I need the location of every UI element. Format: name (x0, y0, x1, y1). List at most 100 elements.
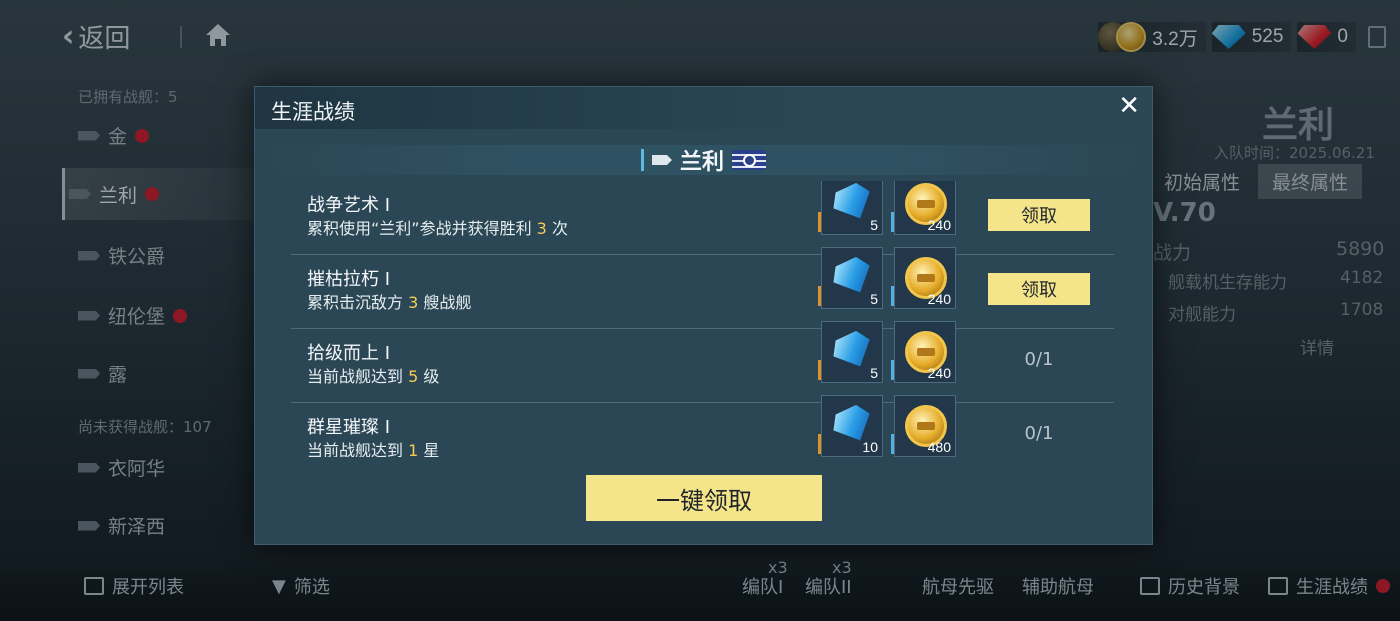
reward-qty: 480 (927, 439, 951, 455)
reward-qty: 5 (870, 217, 878, 233)
power-label: 战力 (1153, 242, 1192, 264)
task-description: 累积使用“兰利”参战并获得胜利 3 次 (307, 219, 568, 238)
ruby-icon (1297, 25, 1332, 49)
gold-amount: 3.2万 (1152, 28, 1198, 50)
claim-all-button[interactable]: 一键领取 (586, 475, 822, 521)
owned-ships-label: 已拥有战舰：5 (78, 88, 178, 106)
gold-coin-icon (1116, 22, 1147, 52)
fleet2-button[interactable]: 编队II (805, 573, 852, 599)
ship-class-icon (78, 250, 100, 261)
modal-header: 生涯战绩 ✕ (255, 87, 1152, 129)
back-button[interactable]: ‹ 返回 (62, 18, 130, 55)
close-icon[interactable]: ✕ (1118, 91, 1140, 121)
task-progress: 0/1 (1024, 349, 1054, 370)
ship-name: 兰利 (99, 184, 138, 207)
claim-button[interactable]: 领取 (988, 199, 1090, 231)
ship-list-item[interactable]: 铁公爵 (78, 242, 165, 269)
reward-gold[interactable]: 240 (891, 181, 956, 235)
banner-accent (640, 149, 644, 171)
attribute-tabs: 初始属性 最终属性 (1150, 164, 1363, 199)
ship-list-item[interactable]: 金 (78, 122, 150, 149)
notification-dot (135, 128, 150, 143)
back-label: 返回 (78, 24, 131, 54)
ship-list-item[interactable]: 露 (78, 360, 127, 387)
reward-gold[interactable]: 240 (891, 247, 956, 309)
reward-qty: 5 (870, 365, 878, 381)
tab-final-attributes[interactable]: 最终属性 (1258, 164, 1363, 199)
stat1-value: 4182 (1340, 268, 1384, 288)
diamond-currency[interactable]: 525 (1211, 22, 1292, 52)
fleet2-label: 编队II (805, 577, 852, 598)
ship-class-icon (78, 130, 100, 141)
details-button[interactable]: 详情 (1300, 334, 1334, 359)
ship-class-icon (69, 189, 91, 199)
task-row: 群星璀璨 I 当前战舰达到 1 星 10 480 0/1 (291, 395, 1114, 457)
career-label: 生涯战绩 (1296, 577, 1368, 598)
role-carrier-pioneer[interactable]: 航母先驱 (922, 573, 994, 599)
task-name: 战争艺术 I (307, 195, 391, 216)
reward-diamond[interactable]: 10 (818, 395, 883, 457)
reward-qty: 240 (927, 217, 951, 233)
stat1-label: 舰载机生存能力 (1168, 273, 1287, 293)
filter-button[interactable]: ▼ 筛选 (272, 573, 330, 599)
banner-ship-name: 兰利 (679, 150, 724, 175)
task-row: 摧枯拉朽 I 累积击沉敌方 3 艘战舰 5 240 领取 (291, 247, 1114, 329)
role2-label: 辅助航母 (1022, 577, 1094, 598)
reward-diamond[interactable]: 5 (818, 247, 883, 309)
notification-dot (173, 308, 188, 323)
task-row: 战争艺术 I 累积使用“兰利”参战并获得胜利 3 次 5 240 领取 (291, 181, 1114, 255)
ship-list-item-selected[interactable]: 兰利 (62, 168, 262, 220)
ship-name: 铁公爵 (108, 246, 166, 268)
career-record-modal: 生涯战绩 ✕ 兰利 战争艺术 I 累积使用“兰利”参战并获得胜利 3 次 5 2… (254, 86, 1153, 545)
ship-name: 金 (108, 126, 128, 148)
nation-flag-icon (732, 150, 766, 170)
role-support-carrier[interactable]: 辅助航母 (1022, 573, 1094, 599)
ship-list-item-unowned[interactable]: 衣阿华 (78, 454, 165, 481)
ship-list-item[interactable]: 纽伦堡 (78, 302, 188, 329)
notification-dot (145, 187, 160, 201)
role1-label: 航母先驱 (922, 577, 994, 598)
ship-banner: 兰利 (255, 145, 1152, 175)
mail-icon[interactable] (1368, 26, 1386, 48)
unowned-ships-label: 尚未获得战舰：107 (78, 418, 212, 436)
task-description: 当前战舰达到 5 级 (307, 367, 440, 386)
reward-diamond[interactable]: 5 (818, 181, 883, 235)
list-icon (84, 577, 104, 595)
task-description: 当前战舰达到 1 星 (307, 441, 440, 457)
reward-diamond[interactable]: 5 (818, 321, 883, 383)
reward-gold[interactable]: 240 (891, 321, 956, 383)
ship-class-icon (78, 368, 100, 379)
career-record-button[interactable]: 生涯战绩 (1268, 573, 1390, 599)
reward-qty: 240 (927, 291, 951, 307)
modal-title: 生涯战绩 (271, 100, 355, 124)
notification-dot (1376, 579, 1390, 593)
history-label: 历史背景 (1168, 577, 1240, 598)
tab-initial-attributes[interactable]: 初始属性 (1150, 164, 1254, 199)
join-time: 入队时间：2025.06.21 (1214, 144, 1375, 162)
power-value: 5890 (1336, 238, 1385, 260)
home-icon[interactable] (204, 22, 232, 48)
ruby-currency[interactable]: 0 (1297, 22, 1356, 52)
fleet1-button[interactable]: 编队I (742, 573, 783, 599)
ship-name: 纽伦堡 (108, 306, 166, 328)
ship-name: 衣阿华 (108, 458, 166, 480)
filter-icon: ▼ (272, 575, 286, 597)
task-list[interactable]: 战争艺术 I 累积使用“兰利”参战并获得胜利 3 次 5 240 领取 摧枯拉朽… (291, 181, 1114, 457)
chevron-left-icon: ‹ (62, 19, 75, 54)
gold-currency[interactable]: 3.2万 (1098, 22, 1206, 52)
reward-gold[interactable]: 480 (891, 395, 956, 457)
claim-button[interactable]: 领取 (988, 273, 1090, 305)
expand-list-button[interactable]: 展开列表 (84, 573, 184, 599)
task-name: 拾级而上 I (307, 343, 391, 364)
task-progress: 0/1 (1024, 423, 1054, 444)
right-ship-name: 兰利 (1262, 105, 1335, 146)
task-name: 摧枯拉朽 I (307, 269, 391, 290)
reward-qty: 5 (870, 291, 878, 307)
medal-icon (1268, 577, 1288, 595)
reward-qty: 10 (862, 439, 878, 455)
filter-label: 筛选 (293, 577, 330, 598)
ship-list-item-unowned[interactable]: 新泽西 (78, 512, 165, 539)
task-name: 群星璀璨 I (307, 417, 391, 438)
stat2-value: 1708 (1340, 300, 1384, 320)
history-button[interactable]: 历史背景 (1140, 573, 1240, 599)
